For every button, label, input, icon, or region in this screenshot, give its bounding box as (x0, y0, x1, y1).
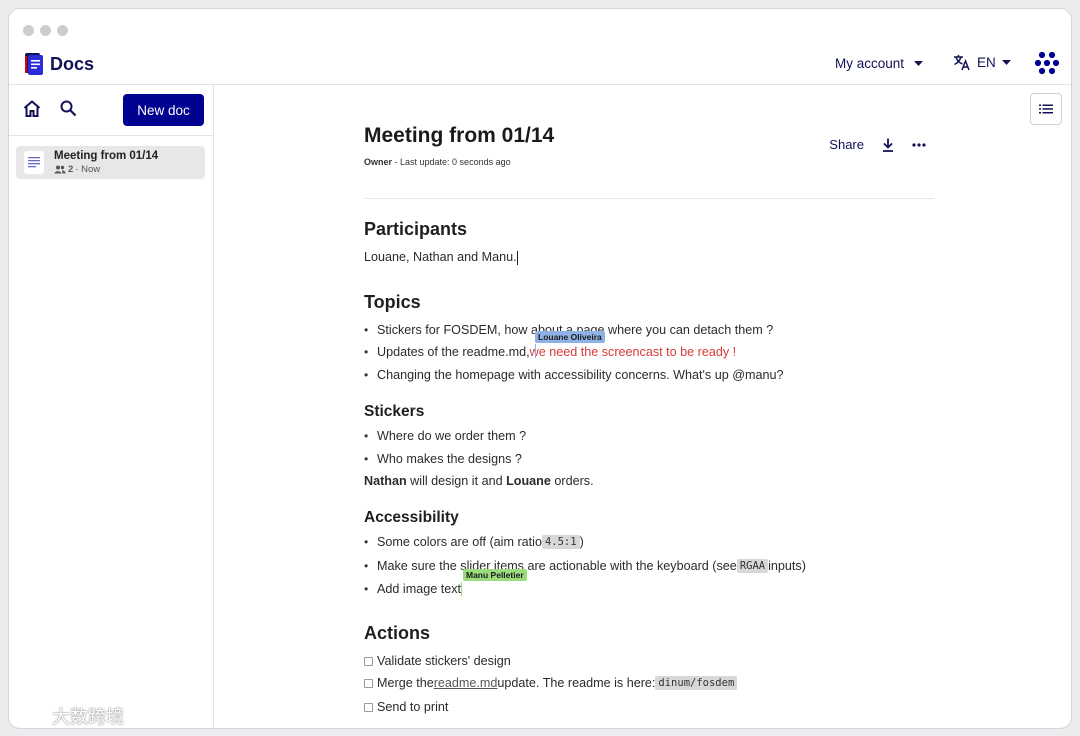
docs-logo-icon (25, 53, 43, 75)
apps-grid-icon[interactable] (1035, 51, 1059, 75)
text-cursor (516, 250, 518, 265)
app-window: Docs My account EN New doc Meeting from … (8, 8, 1072, 729)
list-item-text: Add image text (377, 582, 462, 596)
chevron-down-icon (1001, 59, 1011, 65)
brand[interactable]: Docs (25, 53, 94, 75)
window-dot[interactable] (57, 25, 68, 36)
list-icon (1039, 104, 1053, 114)
list-item-text: Make sure the slider items are actionabl… (377, 559, 737, 573)
document-role: Owner (364, 157, 393, 167)
search-icon[interactable] (60, 100, 77, 117)
language-label: EN (977, 55, 996, 70)
top-bar: Docs My account EN (9, 45, 1071, 85)
list-item: Changing the homepage with accessibility… (364, 368, 784, 382)
heading-actions: Actions (364, 623, 431, 643)
inline-code: 4.5:1 (541, 535, 580, 549)
heading-participants: Participants (364, 219, 468, 239)
chevron-down-icon (914, 60, 924, 66)
inline-code: dinum/fosdem (655, 676, 738, 690)
checklist-item: Send to print (364, 700, 448, 714)
collaborator-cursor-label: Louane Oliveira (535, 331, 605, 343)
document-header: Meeting from 01/14 Owner - Last update: … (364, 121, 934, 199)
window-dot[interactable] (23, 25, 34, 36)
checkbox[interactable] (364, 656, 373, 666)
heading-stickers: Stickers (364, 403, 425, 420)
list-item: Updates of the readme.md, we need the sc… (364, 345, 736, 359)
collaborator-cursor (535, 344, 536, 358)
users-icon (54, 165, 66, 174)
document-last-update: - Last update: 0 seconds ago (392, 157, 511, 167)
doc-item-meta: 2 · Now (54, 164, 100, 175)
heading-accessibility: Accessibility (364, 509, 459, 526)
stickers-note: Nathan will design it and Louane orders. (364, 474, 594, 488)
list-item-text: Who makes the designs ? (377, 452, 522, 466)
checklist-item: Merge the readme.md update. The readme i… (364, 676, 738, 690)
list-item: Add image text (364, 582, 463, 596)
list-item-text: Updates of the readme.md, (377, 345, 530, 359)
sidebar-doc-item[interactable]: Meeting from 01/14 2 · Now (16, 146, 205, 179)
participants-text-content: Louane, Nathan and Manu. (364, 250, 517, 264)
checkbox[interactable] (364, 702, 373, 712)
collaborator-cursor (461, 582, 463, 596)
bold-name: Louane (506, 474, 551, 488)
list-item: Who makes the designs ? (364, 452, 522, 466)
language-selector[interactable]: EN (953, 54, 1011, 71)
window-controls (23, 25, 68, 36)
list-item-text: Where do we order them ? (377, 429, 527, 443)
watermark-text: 大数跨境 (52, 707, 124, 727)
document-info: Owner - Last update: 0 seconds ago (364, 157, 511, 167)
download-icon[interactable] (882, 138, 894, 152)
window-dot[interactable] (40, 25, 51, 36)
watermark: 大数跨境 (10, 703, 124, 729)
watermark-logo-icon (11, 708, 45, 723)
checklist-item: Validate stickers' design (364, 654, 511, 668)
participants-text: Louane, Nathan and Manu. (364, 250, 518, 265)
checklist-item-text: Validate stickers' design (377, 654, 511, 668)
heading-topics: Topics (364, 292, 421, 312)
sidebar: New doc Meeting from 01/14 2 · Now (9, 85, 214, 728)
checkbox[interactable] (364, 678, 373, 688)
share-button[interactable]: Share (829, 137, 864, 152)
document-actions: Share (829, 137, 926, 152)
doc-item-title: Meeting from 01/14 (54, 150, 159, 162)
collaborator-cursor-label: Manu Pelletier (463, 569, 527, 581)
inline-code: RGAA (736, 559, 769, 573)
home-icon[interactable] (23, 100, 41, 117)
account-menu[interactable]: My account (835, 56, 924, 71)
document-title[interactable]: Meeting from 01/14 (364, 124, 554, 148)
highlighted-text: we need the screencast to be ready ! (529, 345, 737, 359)
account-label: My account (835, 56, 905, 71)
new-doc-button[interactable]: New doc (123, 94, 204, 126)
translate-icon (954, 55, 970, 71)
list-item-text: Changing the homepage with accessibility… (377, 368, 784, 382)
document-thumbnail-icon (24, 151, 44, 174)
sidebar-toolbar: New doc (9, 85, 214, 136)
list-item: Make sure the slider items are actionabl… (364, 559, 806, 573)
document-area: Meeting from 01/14 Owner - Last update: … (364, 121, 934, 714)
list-item: Some colors are off (aim ratio 4.5:1) (364, 535, 584, 549)
note-text: will design it and (406, 474, 507, 488)
checklist-item-text: Send to print (377, 700, 449, 714)
doc-item-updated: · Now (75, 164, 101, 175)
more-options-icon[interactable] (912, 142, 926, 147)
note-text: orders. (550, 474, 594, 488)
list-item-text: Some colors are off (aim ratio (377, 535, 542, 549)
app-name: Docs (50, 53, 95, 74)
checklist-item-text: update. The readme is here: (497, 676, 656, 690)
checklist-item-text: Merge the (377, 676, 434, 690)
list-item-text: ) (579, 535, 584, 549)
bold-name: Nathan (364, 474, 407, 488)
readme-link[interactable]: readme.md (434, 676, 498, 690)
list-item-text: inputs) (768, 559, 806, 573)
doc-item-members: 2 (68, 164, 74, 175)
table-of-contents-button[interactable] (1030, 93, 1062, 125)
list-item: Where do we order them ? (364, 429, 526, 443)
